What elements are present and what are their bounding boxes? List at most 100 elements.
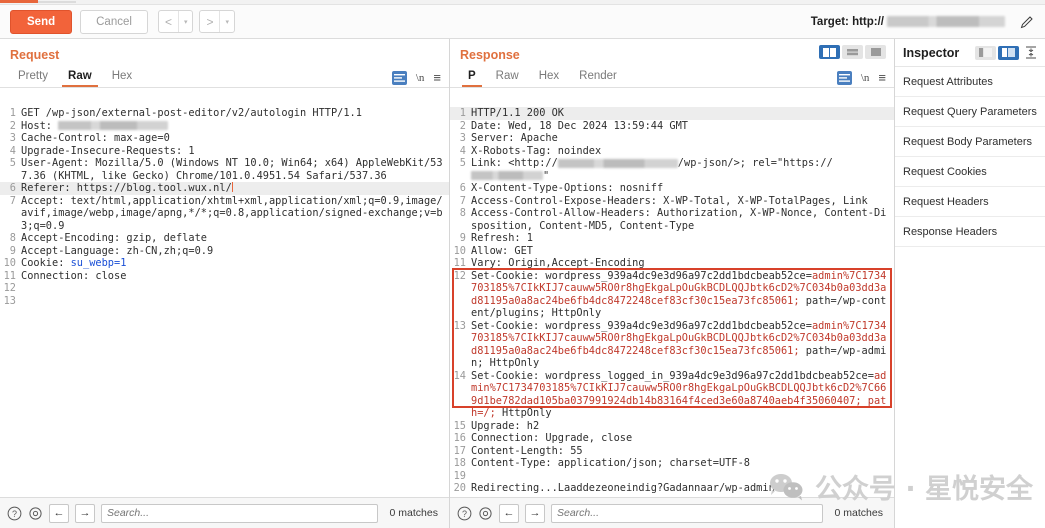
- right-chevron-icon: >: [206, 14, 214, 29]
- code-line: 8 Accept-Encoding: gzip, deflate: [0, 232, 449, 245]
- line-number: 12: [3, 282, 16, 294]
- line-number: 15: [453, 419, 466, 432]
- response-search-input[interactable]: [551, 503, 823, 523]
- code-line: 14 Set-Cookie: wordpress_logged_in_939a4d…: [450, 370, 894, 420]
- show-newlines-icon[interactable]: \n: [861, 72, 870, 84]
- help-icon[interactable]: ?: [7, 506, 22, 521]
- code-line: 9 Refresh: 1: [450, 232, 894, 245]
- code-line: 18 Content-Type: application/json; charse…: [450, 457, 894, 470]
- line-text: Server: Apache: [471, 132, 558, 144]
- help-icon[interactable]: ?: [457, 506, 472, 521]
- inspector-section-request-cookies[interactable]: Request Cookies: [895, 157, 1045, 187]
- line-text: Upgrade: h2: [471, 419, 540, 432]
- line-text: Upgrade-Insecure-Requests: 1: [21, 144, 195, 157]
- tab-response-raw[interactable]: Raw: [486, 70, 529, 87]
- code-line: 15 Upgrade: h2: [450, 420, 894, 433]
- repeater-toolbar: Send Cancel < ▾ > ▾ Target: http://: [0, 5, 1045, 39]
- search-prev-button[interactable]: ←: [49, 503, 69, 523]
- gear-icon[interactable]: [28, 506, 43, 521]
- inspector-section-request-headers[interactable]: Request Headers: [895, 187, 1045, 217]
- code-line: 13: [0, 295, 449, 308]
- tab-response-hex[interactable]: Hex: [529, 70, 569, 87]
- line-number: 20: [453, 482, 466, 494]
- request-editor[interactable]: 1 GET /wp-json/external-post-editor/v2/au…: [0, 107, 449, 497]
- layout-single-pane-button[interactable]: [865, 45, 886, 59]
- search-prev-button[interactable]: ←: [499, 503, 519, 523]
- line-number: 19: [453, 469, 466, 482]
- line-number: 5: [459, 157, 466, 169]
- line-text: Accept: text/html,application/xhtml+xml,…: [21, 194, 443, 232]
- line-text: Date: Wed, 18 Dec 2024 13:59:44 GMT: [471, 119, 688, 132]
- line-text: Set-Cookie: wordpress_939a4dc9e3d96a97c2…: [471, 319, 887, 370]
- inspector-section-label: Request Headers: [903, 195, 989, 208]
- tab-request-pretty[interactable]: Pretty: [8, 70, 58, 87]
- burp-repeater-window: Send Cancel < ▾ > ▾ Target: http:// Requ…: [0, 0, 1045, 528]
- active-tab-indicator[interactable]: [0, 0, 38, 3]
- tab-response-pretty[interactable]: P: [458, 70, 486, 87]
- code-line: 4 Upgrade-Insecure-Requests: 1: [0, 145, 449, 158]
- request-menu-icon[interactable]: ≡: [433, 71, 441, 84]
- line-number: 18: [453, 457, 466, 469]
- line-number: 1: [459, 107, 466, 119]
- send-button[interactable]: Send: [10, 9, 73, 34]
- line-number: 6: [459, 182, 466, 194]
- code-line: 12 Set-Cookie: wordpress_939a4dc9e3d96a97…: [450, 270, 894, 320]
- line-number: 7: [9, 194, 16, 207]
- tab-response-render[interactable]: Render: [569, 70, 627, 87]
- response-status-bar: ? ← → 0 matches: [450, 497, 894, 528]
- inspector-section-response-headers[interactable]: Response Headers: [895, 217, 1045, 247]
- inspector-dock-right-button[interactable]: [998, 45, 1019, 60]
- cancel-button[interactable]: Cancel: [80, 9, 148, 34]
- line-number: 13: [453, 319, 466, 332]
- inspector-section-request-query-parameters[interactable]: Request Query Parameters: [895, 97, 1045, 127]
- code-line: 11 Connection: close: [0, 270, 449, 283]
- request-status-bar: ? ← → 0 matches: [0, 497, 449, 528]
- collapse-all-icon[interactable]: [1025, 46, 1037, 60]
- response-menu-icon[interactable]: ≡: [878, 71, 886, 84]
- code-line: 16 Connection: Upgrade, close: [450, 432, 894, 445]
- line-number: 8: [9, 232, 16, 244]
- inspector-dock-left-button[interactable]: [975, 45, 996, 60]
- inspector-section-label: Request Attributes: [903, 75, 993, 88]
- line-text: Connection: Upgrade, close: [471, 432, 633, 444]
- code-line: 6 X-Content-Type-Options: nosniff: [450, 182, 894, 195]
- line-text: Accept-Encoding: gzip, deflate: [21, 232, 207, 244]
- prev-request-button[interactable]: < ▾: [157, 10, 194, 33]
- layout-split-horizontal-button[interactable]: [842, 45, 863, 59]
- layout-split-vertical-button[interactable]: [819, 45, 840, 59]
- target-host-redacted: [887, 16, 1005, 27]
- gear-icon[interactable]: [478, 506, 493, 521]
- show-newlines-icon[interactable]: \n: [416, 72, 425, 84]
- code-line: 3 Server: Apache: [450, 132, 894, 145]
- line-number: 14: [453, 369, 466, 382]
- inspector-section-request-body-parameters[interactable]: Request Body Parameters: [895, 127, 1045, 157]
- search-next-button[interactable]: →: [525, 503, 545, 523]
- format-icon[interactable]: [391, 71, 407, 85]
- inactive-tab-indicator[interactable]: [38, 1, 76, 3]
- search-next-button[interactable]: →: [75, 503, 95, 523]
- code-line: 2 Host:: [0, 120, 449, 133]
- format-icon[interactable]: [836, 71, 852, 85]
- line-number: 7: [459, 194, 466, 207]
- line-text: Set-Cookie: wordpress_logged_in_939a4dc9…: [471, 369, 887, 420]
- inspector-section-request-attributes[interactable]: Request Attributes: [895, 67, 1045, 97]
- line-number: 9: [459, 232, 466, 244]
- line-text: HTTP/1.1 200 OK: [471, 107, 564, 119]
- response-editor[interactable]: 1 HTTP/1.1 200 OK 2 Date: Wed, 18 Dec 2024 …: [450, 107, 894, 497]
- next-request-button[interactable]: > ▾: [199, 10, 235, 33]
- svg-text:?: ?: [462, 509, 467, 519]
- line-number: 2: [9, 119, 16, 132]
- chevron-down-icon: ▾: [225, 18, 229, 26]
- target-display[interactable]: Target: http://: [811, 16, 1005, 28]
- code-line: 6 Referer: https://blog.tool.wux.nl/: [0, 182, 449, 195]
- request-match-count: 0 matches: [389, 507, 438, 519]
- tab-request-raw[interactable]: Raw: [58, 70, 102, 87]
- code-line: 11 Vary: Origin,Accept-Encoding: [450, 257, 894, 270]
- edit-target-button[interactable]: [1019, 14, 1035, 30]
- code-line: 10 Allow: GET: [450, 245, 894, 258]
- line-number: 17: [453, 444, 466, 457]
- code-line: 1 HTTP/1.1 200 OK: [450, 107, 894, 120]
- line-text: Accept-Language: zh-CN,zh;q=0.9: [21, 244, 214, 257]
- tab-request-hex[interactable]: Hex: [102, 70, 142, 87]
- request-search-input[interactable]: [101, 503, 378, 523]
